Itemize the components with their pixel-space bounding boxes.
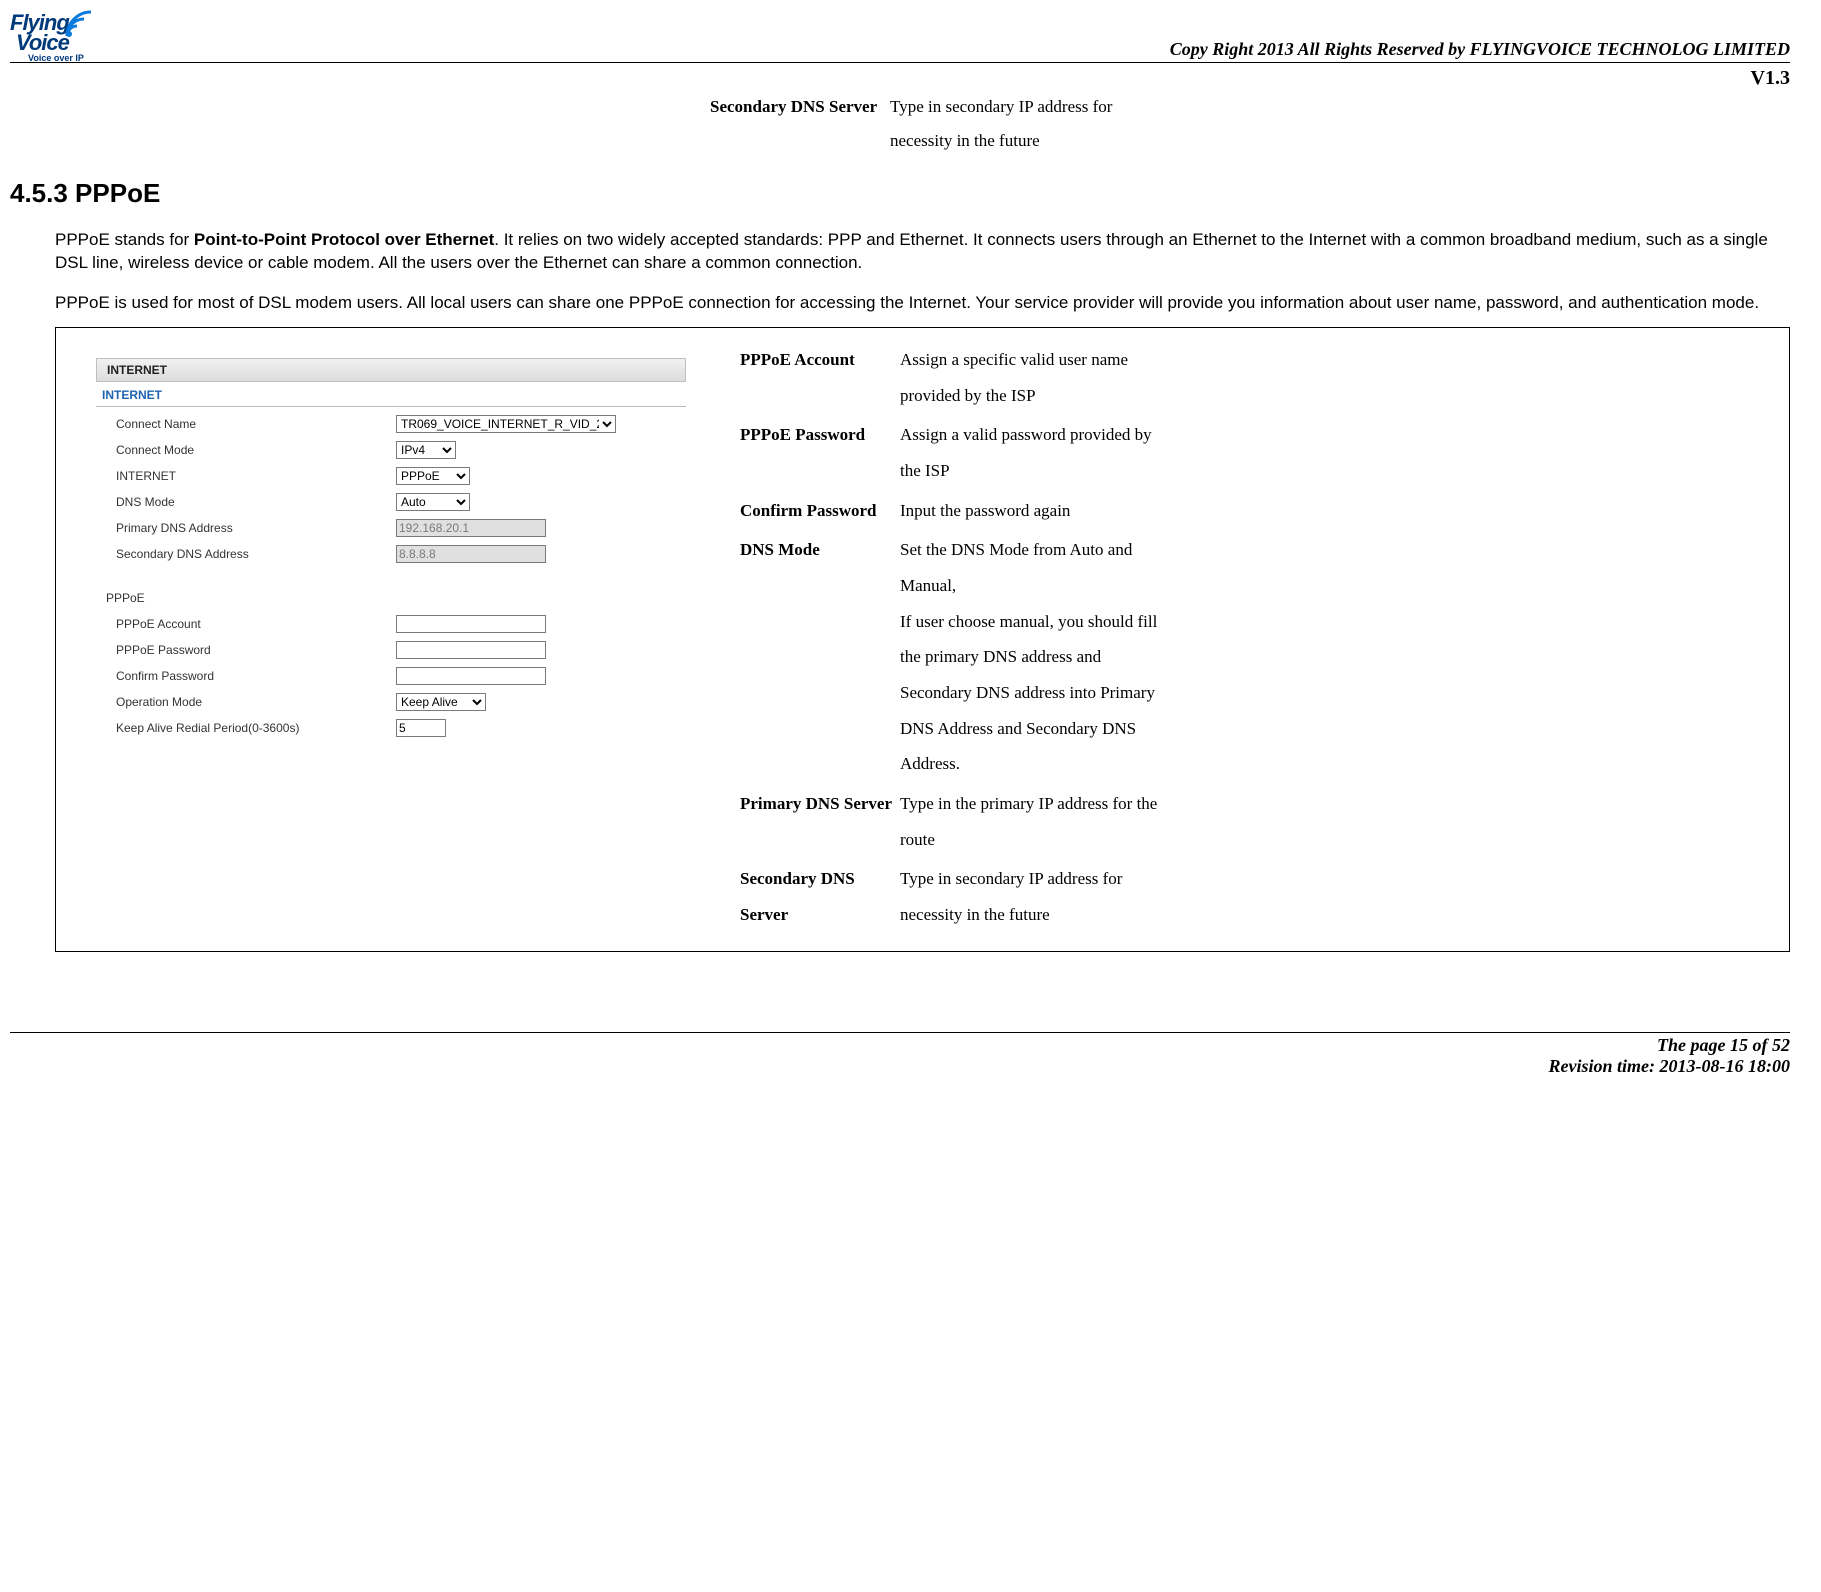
internet-panel: INTERNET INTERNET Connect Name TR069_VOI… [96, 358, 686, 743]
top-note: Secondary DNS Server Type in secondary I… [710, 90, 1790, 158]
section-para-2: PPPoE is used for most of DSL modem user… [55, 292, 1790, 315]
row-internet: INTERNET PPPoE [96, 463, 686, 489]
param-label: PPPoE Account [740, 342, 900, 413]
param-desc: Type in the primary IP address for the r… [900, 786, 1160, 857]
label-dns-mode: DNS Mode [116, 495, 396, 509]
footer-rule [10, 1032, 1790, 1033]
param-row: PPPoE Account Assign a specific valid us… [740, 342, 1779, 413]
logo: Flying Voice Voice over IP [10, 10, 90, 65]
param-label: Primary DNS Server [740, 786, 900, 857]
section-heading: 4.5.3 PPPoE [10, 178, 1790, 209]
label-pppoe-password: PPPoE Password [116, 643, 396, 657]
param-desc: Assign a valid password provided by the … [900, 417, 1160, 488]
label-keep-alive: Keep Alive Redial Period(0-3600s) [116, 721, 396, 735]
row-secondary-dns: Secondary DNS Address [96, 541, 686, 567]
row-pppoe-section: PPPoE [96, 585, 686, 611]
wifi-wave-icon [65, 10, 93, 38]
top-note-desc: Type in secondary IP address for necessi… [890, 90, 1170, 158]
pppoe-password-input[interactable] [396, 641, 546, 659]
para1-bold: Point-to-Point Protocol over Ethernet [194, 230, 494, 249]
param-label: PPPoE Password [740, 417, 900, 488]
param-row: Primary DNS Server Type in the primary I… [740, 786, 1779, 857]
panel-title-bar: INTERNET [96, 358, 686, 382]
header-version: V1.3 [10, 67, 1790, 90]
param-desc: Type in secondary IP address for necessi… [900, 861, 1160, 932]
form-area: Connect Name TR069_VOICE_INTERNET_R_VID_… [96, 407, 686, 743]
param-desc: Input the password again [900, 493, 1070, 529]
label-connect-name: Connect Name [116, 417, 396, 431]
param-row: Secondary DNS Server Type in secondary I… [740, 861, 1779, 932]
section-para-1: PPPoE stands for Point-to-Point Protocol… [55, 229, 1790, 275]
param-desc: Set the DNS Mode from Auto and Manual, I… [900, 532, 1160, 782]
label-pppoe-section: PPPoE [106, 591, 145, 605]
para1-lead: PPPoE stands for [55, 230, 194, 249]
header-rule [10, 62, 1790, 63]
label-operation-mode: Operation Mode [116, 695, 396, 709]
param-desc: Assign a specific valid user name provid… [900, 342, 1160, 413]
row-keep-alive: Keep Alive Redial Period(0-3600s) [96, 715, 686, 741]
row-dns-mode: DNS Mode Auto [96, 489, 686, 515]
row-connect-name: Connect Name TR069_VOICE_INTERNET_R_VID_… [96, 411, 686, 437]
main-content-box: INTERNET INTERNET Connect Name TR069_VOI… [55, 327, 1790, 952]
label-secondary-dns: Secondary DNS Address [116, 547, 396, 561]
param-label: Secondary DNS Server [740, 861, 900, 932]
confirm-password-input[interactable] [396, 667, 546, 685]
label-connect-mode: Connect Mode [116, 443, 396, 457]
footer-revision: Revision time: 2013-08-16 18:00 [10, 1056, 1790, 1077]
footer: The page 15 of 52 Revision time: 2013-08… [10, 1035, 1790, 1077]
param-row: PPPoE Password Assign a valid password p… [740, 417, 1779, 488]
param-label: DNS Mode [740, 532, 900, 782]
param-row: Confirm Password Input the password agai… [740, 493, 1779, 529]
connect-mode-select[interactable]: IPv4 [396, 441, 456, 459]
row-confirm-password: Confirm Password [96, 663, 686, 689]
operation-mode-select[interactable]: Keep Alive [396, 693, 486, 711]
top-note-label: Secondary DNS Server [710, 90, 890, 158]
ui-screenshot-area: INTERNET INTERNET Connect Name TR069_VOI… [56, 328, 726, 951]
internet-select[interactable]: PPPoE [396, 467, 470, 485]
row-pppoe-account: PPPoE Account [96, 611, 686, 637]
label-confirm-password: Confirm Password [116, 669, 396, 683]
dns-mode-select[interactable]: Auto [396, 493, 470, 511]
param-row: DNS Mode Set the DNS Mode from Auto and … [740, 532, 1779, 782]
row-operation-mode: Operation Mode Keep Alive [96, 689, 686, 715]
label-internet: INTERNET [116, 469, 396, 483]
row-primary-dns: Primary DNS Address [96, 515, 686, 541]
primary-dns-input[interactable] [396, 519, 546, 537]
keep-alive-input[interactable] [396, 719, 446, 737]
label-primary-dns: Primary DNS Address [116, 521, 396, 535]
row-pppoe-password: PPPoE Password [96, 637, 686, 663]
secondary-dns-input[interactable] [396, 545, 546, 563]
parameter-descriptions: PPPoE Account Assign a specific valid us… [726, 328, 1789, 951]
logo-subtext: Voice over IP [28, 53, 84, 63]
connect-name-select[interactable]: TR069_VOICE_INTERNET_R_VID_2 [396, 415, 616, 433]
footer-page: The page 15 of 52 [10, 1035, 1790, 1056]
param-label: Confirm Password [740, 493, 900, 529]
panel-sub-header: INTERNET [96, 382, 686, 407]
row-connect-mode: Connect Mode IPv4 [96, 437, 686, 463]
label-pppoe-account: PPPoE Account [116, 617, 396, 631]
header-copyright: Copy Right 2013 All Rights Reserved by F… [10, 39, 1790, 60]
pppoe-account-input[interactable] [396, 615, 546, 633]
